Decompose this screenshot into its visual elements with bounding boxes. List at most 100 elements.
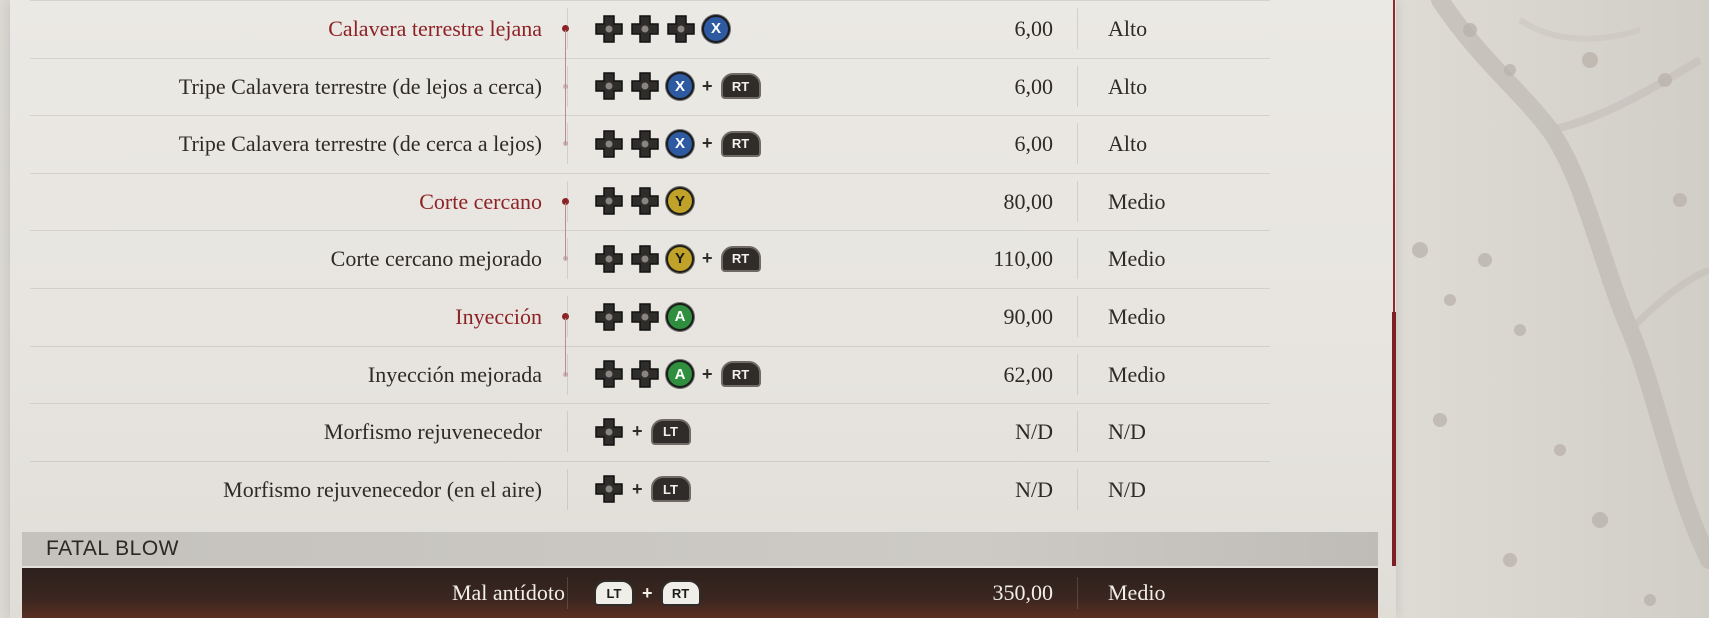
dpad-icon: [631, 360, 659, 388]
move-row[interactable]: Morfismo rejuvenecedor + LT N/D N/D: [30, 403, 1270, 460]
move-inputs: Y + RT: [594, 230, 761, 287]
move-inputs: X: [594, 0, 730, 57]
move-inputs: + LT: [594, 403, 691, 460]
move-damage: 6,00: [1014, 73, 1054, 99]
section-header-fatal-blow: FATAL BLOW: [22, 532, 1378, 566]
section-title: FATAL BLOW: [46, 537, 179, 560]
move-block-type: Alto: [1108, 16, 1148, 41]
plus-sign: +: [642, 582, 653, 603]
dpad-icon: [595, 302, 623, 331]
dpad-icon: [667, 14, 695, 43]
move-row[interactable]: Corte cercano Y 80,00 Medio: [30, 172, 1270, 230]
column-divider: [567, 180, 568, 222]
fatal-blow-row[interactable]: Mal antídoto LT + RT 350,00 Medio: [22, 568, 1378, 618]
scrollbar-track[interactable]: [1393, 0, 1395, 312]
dpad-icon: [595, 14, 623, 43]
blossom-branch-decoration: [1412, 0, 1709, 606]
column-divider: [1077, 296, 1078, 337]
column-divider: [1077, 411, 1078, 453]
move-damage: N/D: [1015, 419, 1053, 445]
dpad-icon: [595, 417, 623, 446]
dpad-icon: [631, 187, 659, 216]
move-name: Tripe Calavera terrestre (de cerca a lej…: [178, 131, 542, 157]
column-divider: [567, 8, 568, 49]
rt-trigger-icon: RT: [720, 245, 761, 272]
move-block-type: N/D: [1108, 419, 1146, 445]
move-inputs: X + RT: [594, 58, 761, 115]
column-divider: [1077, 8, 1078, 49]
move-row[interactable]: Morfismo rejuvenecedor (en el aire) + LT N/…: [30, 460, 1270, 518]
x-button-icon: X: [702, 14, 730, 43]
dpad-icon: [595, 187, 623, 216]
y-button-icon: Y: [666, 187, 694, 216]
dpad-icon: [595, 129, 623, 158]
dpad-icon: [595, 475, 623, 504]
move-damage: 110,00: [993, 246, 1053, 272]
combo-connector-line: [565, 202, 566, 261]
plus-sign: +: [702, 133, 713, 154]
plus-sign: +: [702, 248, 713, 269]
move-block-type: Medio: [1108, 304, 1166, 329]
plus-sign: +: [702, 75, 713, 96]
combo-connector-line: [565, 30, 566, 146]
move-inputs: Y: [594, 173, 694, 230]
move-row[interactable]: Inyección mejorada A + RT 62,00 Medio: [30, 345, 1270, 403]
a-button-icon: A: [666, 302, 694, 331]
column-divider: [1077, 123, 1078, 165]
combo-connector-line: [565, 318, 566, 376]
move-block-type: Medio: [1108, 188, 1166, 214]
move-damage: 62,00: [1003, 361, 1054, 387]
move-row[interactable]: Corte cercano mejorado Y + RT 110,00 Medio: [30, 230, 1270, 287]
move-row[interactable]: Inyección A 90,00 Medio: [30, 288, 1270, 345]
move-row[interactable]: Calavera terrestre lejana X 6,00 Alto: [30, 0, 1270, 57]
move-name: Morfismo rejuvenecedor: [323, 419, 542, 445]
column-divider: [567, 353, 568, 395]
move-name: Tripe Calavera terrestre (de lejos a cer…: [178, 73, 542, 99]
move-name: Morfismo rejuvenecedor (en el aire): [223, 476, 542, 502]
plus-sign: +: [702, 363, 713, 384]
move-name: Inyección mejorada: [367, 361, 542, 387]
move-name: Corte cercano: [419, 188, 542, 214]
lt-trigger-icon: LT: [650, 418, 691, 445]
dpad-icon: [631, 302, 659, 331]
move-block-type: Medio: [1108, 580, 1166, 605]
column-divider: [567, 577, 568, 609]
x-button-icon: X: [666, 72, 694, 101]
move-inputs: + LT: [594, 461, 691, 518]
move-name: Calavera terrestre lejana: [328, 16, 542, 41]
lt-trigger-icon: LT: [650, 476, 691, 503]
column-divider: [1077, 353, 1078, 395]
dpad-icon: [595, 360, 623, 388]
move-damage: N/D: [1015, 476, 1053, 502]
move-row[interactable]: Tripe Calavera terrestre (de lejos a cer…: [30, 57, 1270, 115]
dpad-icon: [631, 14, 659, 43]
move-damage: 6,00: [1014, 131, 1054, 157]
dpad-icon: [631, 72, 659, 100]
dpad-icon: [631, 129, 659, 158]
rt-trigger-icon: RT: [720, 130, 761, 157]
move-damage: 80,00: [1003, 188, 1054, 214]
column-divider: [567, 238, 568, 280]
column-divider: [567, 296, 568, 337]
move-block-type: Alto: [1108, 73, 1148, 99]
move-damage: 350,00: [992, 580, 1054, 605]
move-inputs: LT + RT: [594, 568, 701, 618]
move-name: Inyección: [455, 304, 542, 329]
plus-sign: +: [632, 421, 643, 442]
move-damage: 90,00: [1003, 304, 1054, 329]
move-row[interactable]: Tripe Calavera terrestre (de cerca a lej…: [30, 115, 1270, 172]
rt-trigger-icon: RT: [720, 73, 761, 100]
column-divider: [567, 123, 568, 165]
column-divider: [567, 468, 568, 510]
move-inputs: A: [594, 288, 694, 345]
scrollbar-thumb[interactable]: [1392, 312, 1396, 566]
column-divider: [1077, 468, 1078, 510]
move-block-type: N/D: [1108, 476, 1146, 502]
column-divider: [1077, 577, 1078, 609]
dpad-icon: [595, 245, 623, 273]
column-divider: [1077, 65, 1078, 107]
y-button-icon: Y: [666, 244, 694, 273]
rt-trigger-icon: RT: [660, 580, 701, 606]
a-button-icon: A: [666, 360, 694, 389]
column-divider: [1077, 180, 1078, 222]
